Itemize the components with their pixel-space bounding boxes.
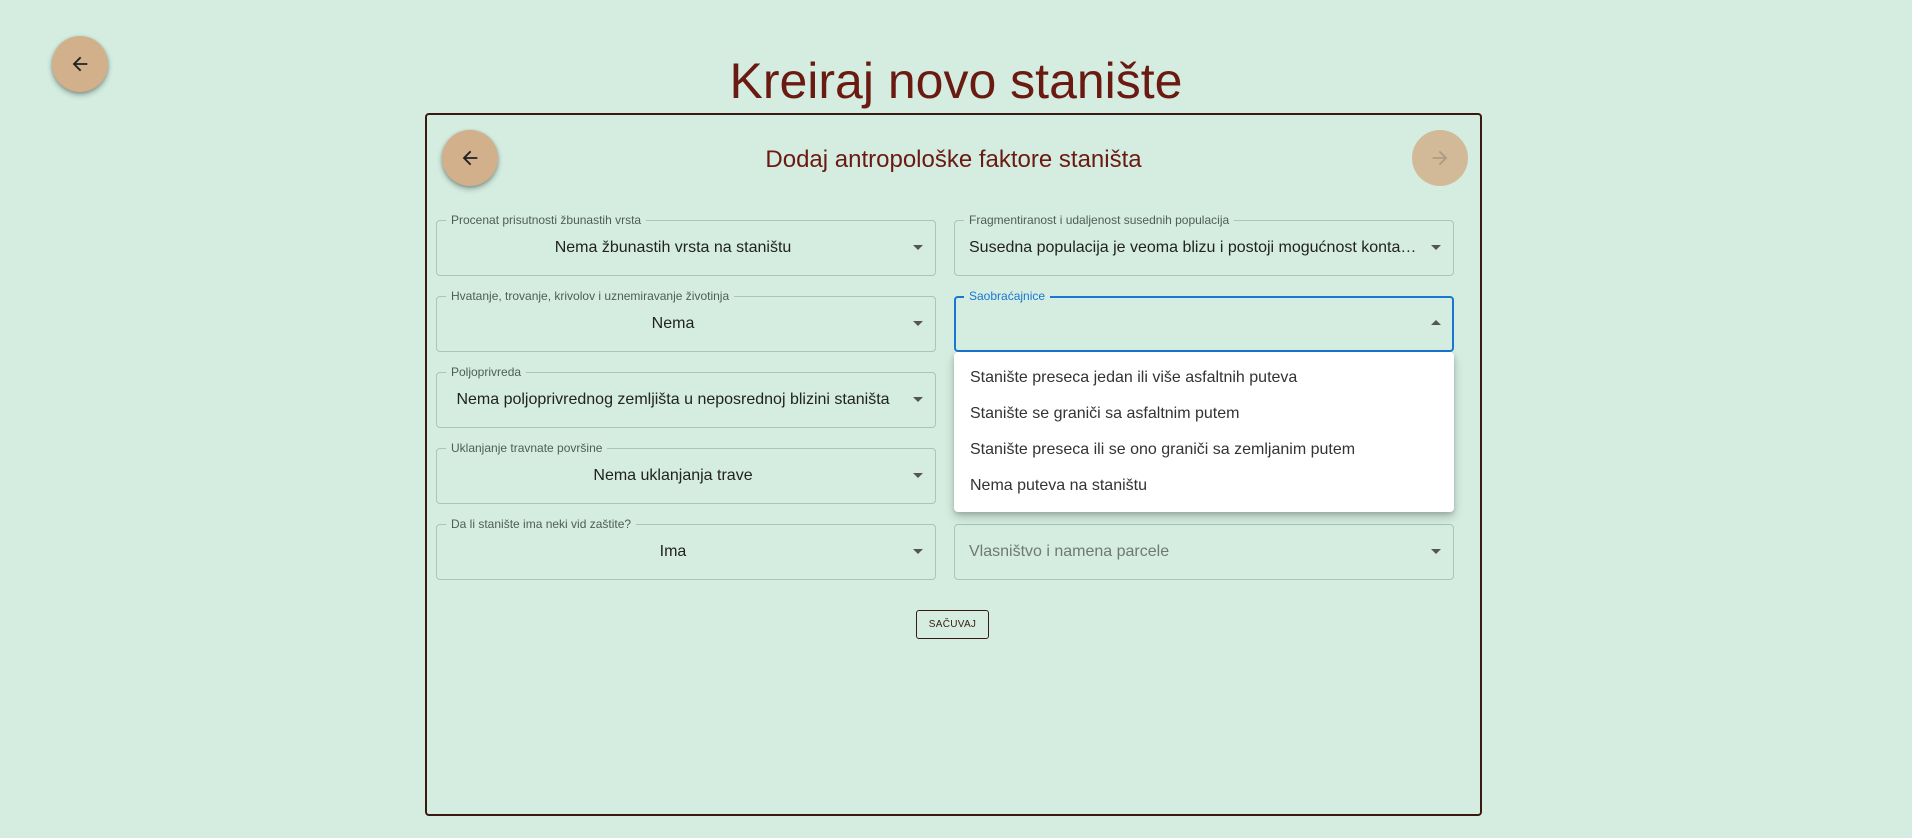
roads-dropdown-menu: Stanište preseca jedan ili više asfaltni… — [954, 352, 1454, 512]
roads-select[interactable]: Saobraćajnice — [954, 289, 1454, 352]
fragmentation-select[interactable]: Fragmentiranost i udaljenost susednih po… — [954, 213, 1454, 276]
caret-down-icon — [913, 245, 923, 250]
grass-removal-value: Nema uklanjanja trave — [593, 467, 753, 484]
caret-down-icon — [913, 549, 923, 554]
caret-down-icon — [1431, 549, 1441, 554]
save-button[interactable]: SAČUVAJ — [916, 610, 989, 639]
dropdown-option[interactable]: Stanište preseca ili se ono graniči sa z… — [954, 432, 1454, 468]
shrubs-select[interactable]: Procenat prisutnosti žbunastih vrsta Nem… — [436, 213, 936, 276]
caret-down-icon — [913, 397, 923, 402]
caret-up-icon — [1431, 320, 1441, 325]
page-title: Kreiraj novo stanište — [729, 53, 1183, 109]
agriculture-select[interactable]: Poljoprivreda Nema poljoprivrednog zemlj… — [436, 365, 936, 428]
agriculture-value: Nema poljoprivrednog zemljišta u neposre… — [456, 391, 890, 408]
dropdown-option[interactable]: Nema puteva na staništu — [954, 468, 1454, 504]
protection-select[interactable]: Da li stanište ima neki vid zaštite? Ima — [436, 517, 936, 580]
arrow-right-icon — [1432, 150, 1448, 166]
hunting-select[interactable]: Hvatanje, trovanje, krivolov i uznemirav… — [436, 289, 936, 352]
protection-value: Ima — [659, 543, 687, 560]
ownership-placeholder: Vlasništvo i namena parcele — [969, 543, 1170, 560]
caret-down-icon — [913, 321, 923, 326]
caret-down-icon — [1431, 245, 1441, 250]
dropdown-option[interactable]: Stanište preseca jedan ili više asfaltni… — [954, 360, 1454, 396]
caret-down-icon — [913, 473, 923, 478]
grass-removal-select[interactable]: Uklanjanje travnate površine Nema uklanj… — [436, 441, 936, 504]
shrubs-value: Nema žbunastih vrsta na staništu — [554, 239, 792, 256]
dropdown-option[interactable]: Stanište se graniči sa asfaltnim putem — [954, 396, 1454, 432]
next-step-button[interactable] — [1412, 130, 1468, 186]
hunting-value: Nema — [651, 315, 695, 332]
roads-value — [970, 298, 1416, 352]
ownership-select[interactable]: Vlasništvo i namena parcele — [954, 524, 1454, 580]
step-subtitle: Dodaj antropološke faktore staništa — [765, 146, 1142, 173]
fragmentation-value: Susedna populacija je veoma blizu i post… — [969, 239, 1417, 256]
